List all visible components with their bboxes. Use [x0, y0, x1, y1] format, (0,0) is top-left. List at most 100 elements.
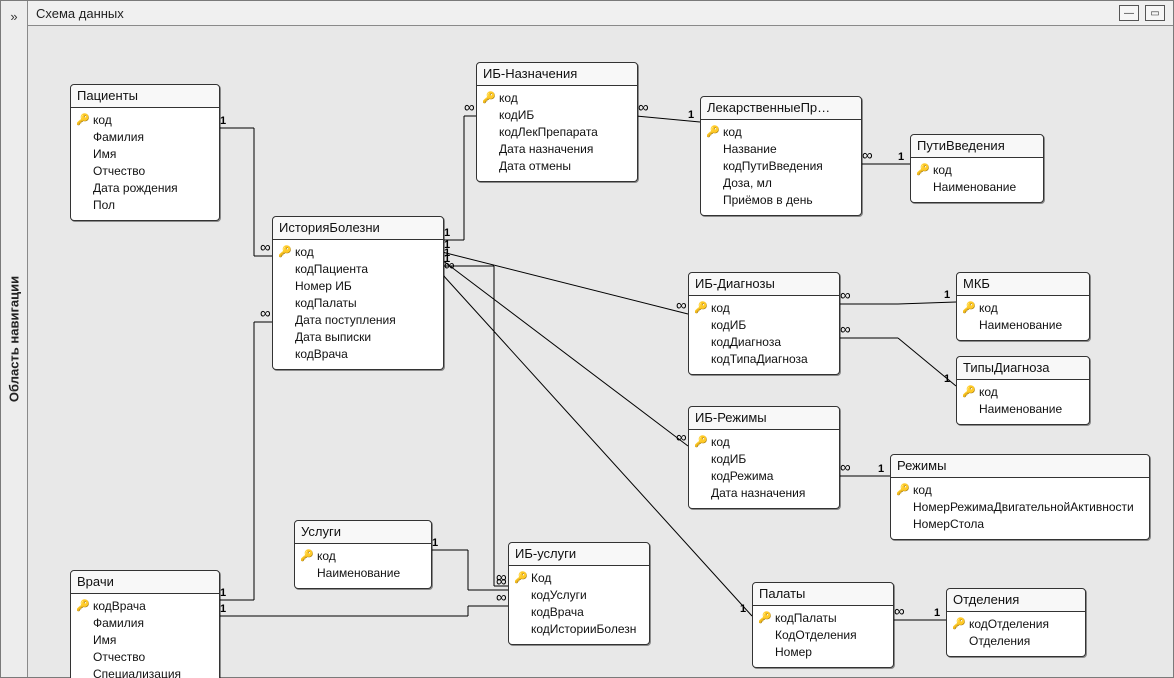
field-item[interactable]: Специализация [77, 666, 213, 678]
field-item[interactable]: Наименование [301, 565, 425, 582]
table-header[interactable]: МКБ [957, 273, 1089, 296]
field-item[interactable]: кодВрача [279, 346, 437, 363]
field-item[interactable]: 🔑код [279, 244, 437, 261]
field-item[interactable]: кодПациента [279, 261, 437, 278]
svg-text:1: 1 [878, 463, 884, 475]
table-header[interactable]: Пациенты [71, 85, 219, 108]
table-header[interactable]: Услуги [295, 521, 431, 544]
table-drugs[interactable]: ЛекарственныеПр…🔑кодНазваниекодПутиВведе… [700, 96, 862, 216]
field-item[interactable]: Наименование [917, 179, 1037, 196]
minimize-button[interactable]: — [1119, 5, 1139, 21]
field-item[interactable]: Приёмов в день [707, 192, 855, 209]
field-item[interactable]: Фамилия [77, 615, 213, 632]
table-wards[interactable]: Палаты 🔑кодПалатыКодОтделенияНомер [752, 582, 894, 668]
field-item[interactable]: Дата отмены [483, 158, 631, 175]
table-history[interactable]: ИсторияБолезни🔑кодкодПациентаНомер ИБкод… [272, 216, 444, 370]
table-regimes[interactable]: Режимы 🔑кодНомерРежимаДвигательнойАктивно… [890, 454, 1150, 540]
restore-button[interactable]: ▭ [1145, 5, 1165, 21]
nav-expand-icon[interactable]: » [1, 9, 27, 24]
svg-text:∞: ∞ [464, 99, 475, 116]
table-patients[interactable]: Пациенты 🔑кодФамилияИмяОтчествоДата рожде… [70, 84, 220, 221]
field-item[interactable]: НомерСтола [897, 516, 1143, 533]
field-name: кодЛекПрепарата [499, 124, 598, 141]
field-item[interactable]: Название [707, 141, 855, 158]
field-item[interactable]: Дата назначения [483, 141, 631, 158]
table-depts[interactable]: Отделения🔑кодОтделенияОтделения [946, 588, 1086, 657]
field-item[interactable]: Пол [77, 197, 213, 214]
field-item[interactable]: Отчество [77, 163, 213, 180]
table-header[interactable]: ИБ-Диагнозы [689, 273, 839, 296]
table-regimes_ib[interactable]: ИБ-Режимы 🔑кодкодИБкодРежимаДата назначен… [688, 406, 840, 509]
field-item[interactable]: Дата рождения [77, 180, 213, 197]
table-header[interactable]: Режимы [891, 455, 1149, 478]
field-item[interactable]: 🔑код [963, 300, 1083, 317]
table-header[interactable]: ИБ-Назначения [477, 63, 637, 86]
field-item[interactable]: кодВрача [515, 604, 643, 621]
field-item[interactable]: кодИБ [695, 451, 833, 468]
primary-key-icon: 🔑 [301, 548, 313, 565]
field-item[interactable]: 🔑код [77, 112, 213, 129]
field-item[interactable]: 🔑код [917, 162, 1037, 179]
table-header[interactable]: Палаты [753, 583, 893, 606]
table-header[interactable]: ИсторияБолезни [273, 217, 443, 240]
field-item[interactable]: Номер ИБ [279, 278, 437, 295]
field-item[interactable]: Имя [77, 146, 213, 163]
field-item[interactable]: кодУслуги [515, 587, 643, 604]
table-prescr[interactable]: ИБ-Назначения🔑кодкодИБкодЛекПрепаратаДат… [476, 62, 638, 182]
field-item[interactable]: кодПутиВведения [707, 158, 855, 175]
primary-key-icon: 🔑 [707, 124, 719, 141]
field-item[interactable]: Имя [77, 632, 213, 649]
field-item[interactable]: Номер [759, 644, 887, 661]
field-item[interactable]: 🔑код [483, 90, 631, 107]
field-item[interactable]: 🔑код [695, 434, 833, 451]
field-item[interactable]: кодЛекПрепарата [483, 124, 631, 141]
table-header[interactable]: ПутиВведения [911, 135, 1043, 158]
field-list: 🔑кодНаименование [957, 380, 1089, 424]
table-header[interactable]: ИБ-Режимы [689, 407, 839, 430]
field-item[interactable]: Дата поступления [279, 312, 437, 329]
field-item[interactable]: КодОтделения [759, 627, 887, 644]
field-item[interactable]: кодДиагноза [695, 334, 833, 351]
field-item[interactable]: 🔑код [707, 124, 855, 141]
field-item[interactable]: 🔑кодПалаты [759, 610, 887, 627]
navigation-pane-collapsed[interactable]: » Область навигации [1, 1, 28, 677]
field-item[interactable]: Дата выписки [279, 329, 437, 346]
table-mkb[interactable]: МКБ 🔑кодНаименование [956, 272, 1090, 341]
table-diag[interactable]: ИБ-Диагнозы 🔑кодкодИБкодДиагнозакодТипаДи… [688, 272, 840, 375]
table-header[interactable]: Отделения [947, 589, 1085, 612]
field-item[interactable]: Доза, мл [707, 175, 855, 192]
field-item[interactable]: кодИсторииБолезн [515, 621, 643, 638]
field-item[interactable]: Наименование [963, 317, 1083, 334]
field-list: 🔑кодНазваниекодПутиВведенияДоза, млПриём… [701, 120, 861, 215]
table-routes[interactable]: ПутиВведения 🔑кодНаименование [910, 134, 1044, 203]
field-item[interactable]: Наименование [963, 401, 1083, 418]
table-doctors[interactable]: Врачи 🔑кодВрачаФамилияИмяОтчествоСпециали… [70, 570, 220, 678]
table-diagtype[interactable]: ТипыДиагноза🔑кодНаименование [956, 356, 1090, 425]
field-item[interactable]: Отделения [953, 633, 1079, 650]
field-item[interactable]: 🔑код [695, 300, 833, 317]
table-header[interactable]: ИБ-услуги [509, 543, 649, 566]
field-item[interactable]: Отчество [77, 649, 213, 666]
field-item[interactable]: НомерРежимаДвигательнойАктивности [897, 499, 1143, 516]
field-item[interactable]: 🔑кодОтделения [953, 616, 1079, 633]
table-services[interactable]: Услуги 🔑кодНаименование [294, 520, 432, 589]
tab-titlebar: Схема данных — ▭ [28, 1, 1173, 26]
field-item[interactable]: кодРежима [695, 468, 833, 485]
table-header[interactable]: ТипыДиагноза [957, 357, 1089, 380]
field-item[interactable]: кодПалаты [279, 295, 437, 312]
table-header[interactable]: ЛекарственныеПр… [701, 97, 861, 120]
field-item[interactable]: 🔑кодВрача [77, 598, 213, 615]
field-item[interactable]: кодТипаДиагноза [695, 351, 833, 368]
table-ib_serv[interactable]: ИБ-услуги 🔑КодкодУслугикодВрачакодИстории… [508, 542, 650, 645]
field-item[interactable]: 🔑код [963, 384, 1083, 401]
field-item[interactable]: 🔑Код [515, 570, 643, 587]
field-item[interactable]: 🔑код [301, 548, 425, 565]
field-item[interactable]: Фамилия [77, 129, 213, 146]
field-item[interactable]: кодИБ [695, 317, 833, 334]
field-item[interactable]: кодИБ [483, 107, 631, 124]
field-item[interactable]: 🔑код [897, 482, 1143, 499]
svg-text:∞: ∞ [496, 589, 507, 606]
relationships-canvas[interactable]: 1∞1∞∞1∞11∞∞1∞11∞∞11∞1∞1∞1∞∞1∞1 Пациенты🔑… [28, 26, 1173, 677]
table-header[interactable]: Врачи [71, 571, 219, 594]
field-item[interactable]: Дата назначения [695, 485, 833, 502]
